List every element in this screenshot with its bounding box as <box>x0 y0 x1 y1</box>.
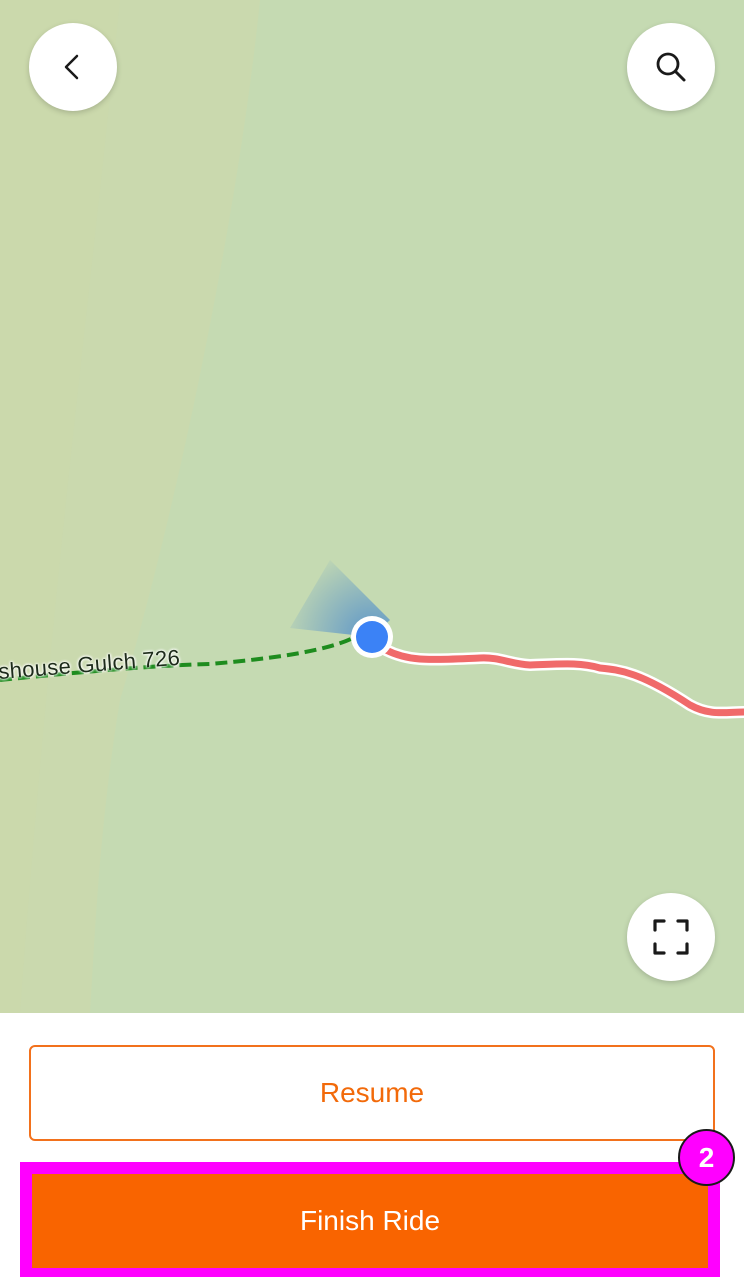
ride-paused-screen: ashouse Gulch 726 Resume Finish Ride 2 <box>0 0 744 1280</box>
fullscreen-button[interactable] <box>627 893 715 981</box>
chevron-left-icon <box>64 54 79 80</box>
search-button[interactable] <box>627 23 715 111</box>
ride-actions-panel: Resume Finish Ride <box>0 1013 744 1280</box>
annotation-badge: 2 <box>678 1129 735 1186</box>
back-button[interactable] <box>29 23 117 111</box>
map-view[interactable]: ashouse Gulch 726 <box>0 0 744 1013</box>
map-terrain <box>0 0 744 1013</box>
current-location-dot <box>356 621 388 653</box>
fullscreen-icon <box>653 919 689 955</box>
finish-ride-button[interactable]: Finish Ride <box>32 1174 708 1268</box>
search-icon <box>656 52 686 82</box>
resume-button[interactable]: Resume <box>29 1045 715 1141</box>
